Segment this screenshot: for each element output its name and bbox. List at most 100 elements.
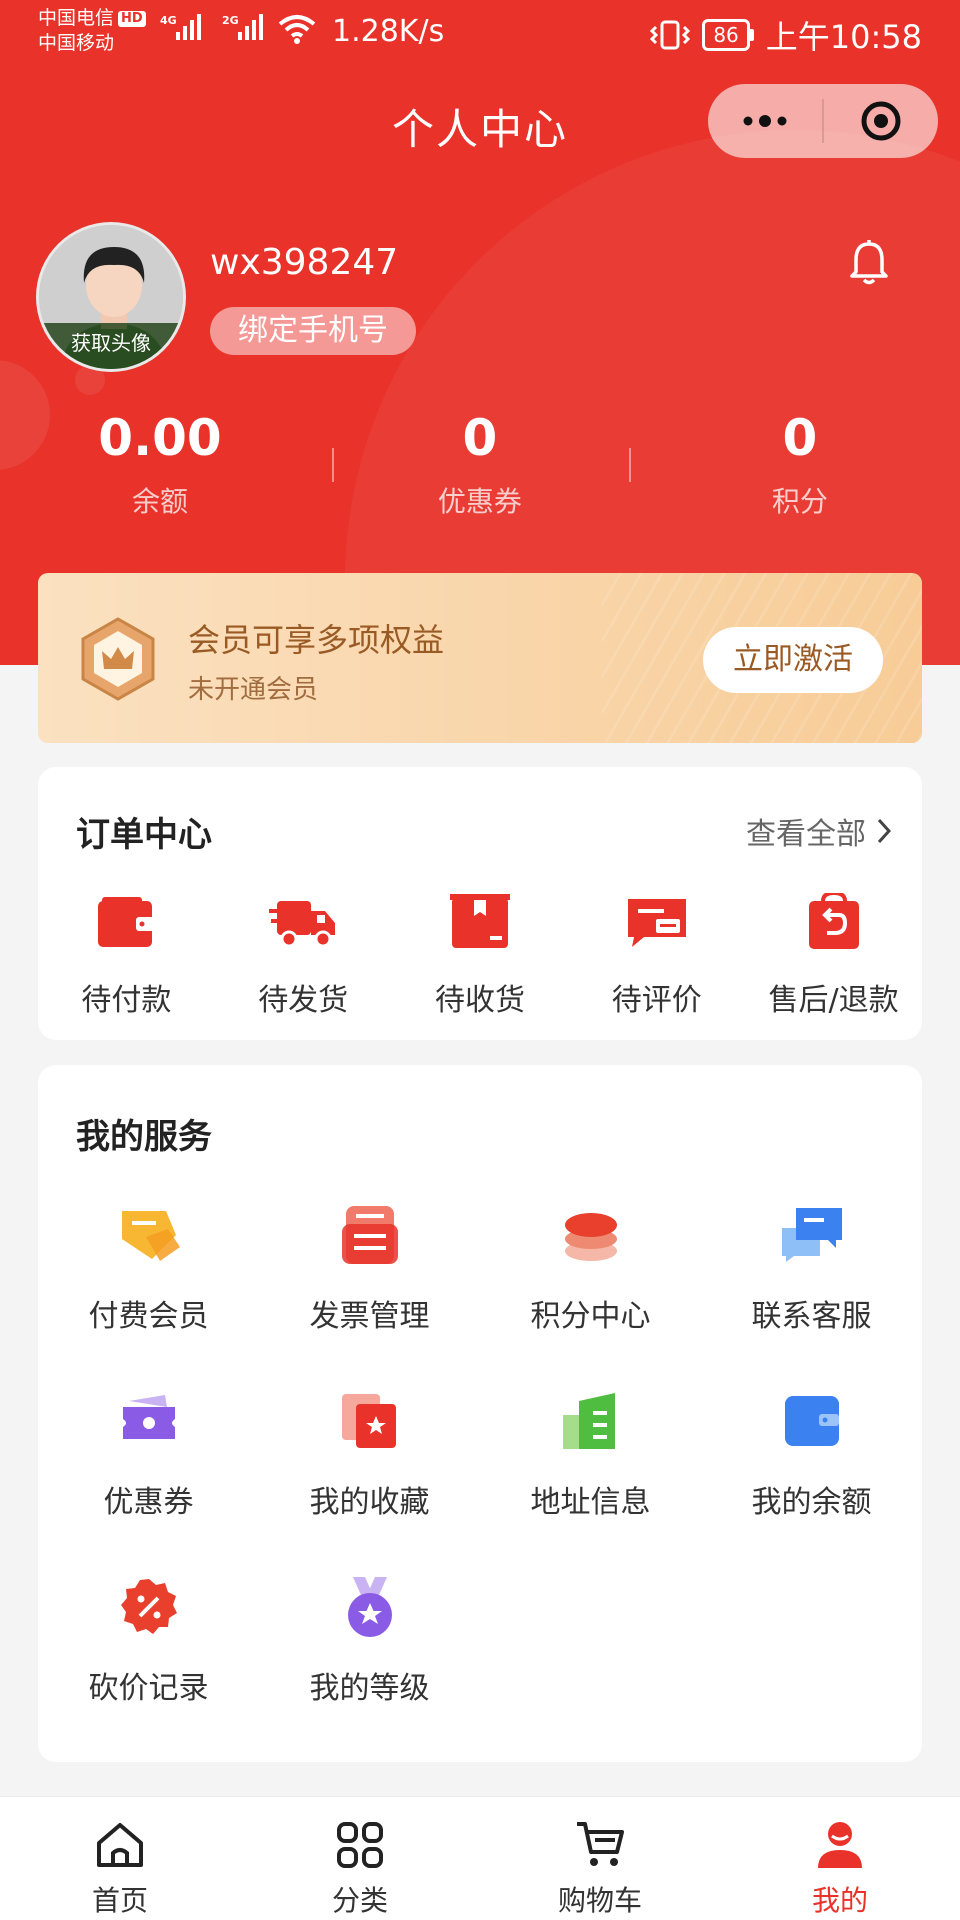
view-all-orders-link[interactable]: 查看全部 bbox=[746, 809, 892, 853]
net-speed: 1.28K/s bbox=[332, 14, 445, 49]
vip-banner[interactable]: 会员可享多项权益 未开通会员 立即激活 bbox=[38, 573, 922, 743]
signal-icon bbox=[176, 14, 201, 40]
service-label: 付费会员 bbox=[88, 1299, 209, 1334]
order-pending-receipt[interactable]: 待收货 bbox=[392, 887, 569, 1019]
stat-value: 0.00 bbox=[98, 409, 222, 467]
truck-icon bbox=[269, 901, 336, 948]
carrier-2: 中国移动 bbox=[38, 32, 115, 54]
signal-icon-2 bbox=[238, 14, 263, 40]
order-label: 待发货 bbox=[258, 983, 349, 1018]
stat-points[interactable]: 0 积分 bbox=[640, 408, 960, 520]
service-points-center[interactable]: 积分中心 bbox=[480, 1195, 701, 1381]
service-label: 发票管理 bbox=[309, 1299, 430, 1334]
order-label: 待评价 bbox=[611, 983, 702, 1018]
order-pending-payment[interactable]: 待付款 bbox=[38, 887, 215, 1019]
services-title: 我的服务 bbox=[76, 1117, 212, 1157]
order-center-card: 订单中心 查看全部 待付款 待发货 待收货 待评价 售后/退款 bbox=[38, 767, 922, 1040]
stats-row: 0.00 余额 0 优惠券 0 积分 bbox=[0, 408, 960, 520]
more-button[interactable] bbox=[708, 84, 822, 158]
favorite-icon bbox=[341, 1394, 396, 1448]
medal-icon bbox=[347, 1577, 392, 1637]
service-customer-support[interactable]: 联系客服 bbox=[701, 1195, 922, 1381]
service-bargain-records[interactable]: 砍价记录 bbox=[38, 1567, 259, 1753]
invoice-icon bbox=[341, 1206, 398, 1264]
service-invoice[interactable]: 发票管理 bbox=[259, 1195, 480, 1381]
order-center-title: 订单中心 bbox=[76, 815, 212, 855]
service-label: 地址信息 bbox=[530, 1485, 651, 1520]
vip-tag-icon bbox=[121, 1211, 180, 1261]
chevron-right-icon bbox=[877, 818, 892, 844]
divider bbox=[332, 448, 334, 482]
target-close-icon bbox=[861, 101, 901, 141]
bell-icon[interactable] bbox=[848, 240, 890, 286]
wifi-icon bbox=[278, 15, 316, 44]
stat-label: 积分 bbox=[771, 485, 828, 518]
stat-value: 0 bbox=[462, 409, 498, 467]
signal-4g-label: 4G bbox=[160, 14, 177, 27]
services-card: 我的服务 付费会员 发票管理 积分中心 联系客服 优惠券 我的收藏 地址信息 我… bbox=[38, 1065, 922, 1762]
stat-balance[interactable]: 0.00 余额 bbox=[0, 408, 320, 520]
tab-cart[interactable]: 购物车 bbox=[480, 1797, 720, 1920]
username: wx398247 bbox=[210, 242, 399, 283]
crown-badge-icon bbox=[81, 617, 155, 701]
tab-category[interactable]: 分类 bbox=[240, 1797, 480, 1920]
chat-icon bbox=[781, 1208, 842, 1262]
signal-2g-label: 2G bbox=[222, 14, 239, 27]
stat-label: 余额 bbox=[131, 485, 188, 518]
carrier-1: 中国电信 bbox=[38, 7, 115, 29]
order-label: 待收货 bbox=[434, 983, 525, 1018]
status-bar: 中国电信 HD 中国移动 4G 2G 1.28K/s 86 上午10:58 bbox=[0, 0, 960, 66]
battery-level: 86 bbox=[702, 19, 750, 51]
comment-icon bbox=[627, 899, 686, 947]
tab-label: 首页 bbox=[91, 1884, 148, 1917]
carrier-info: 中国电信 HD 中国移动 bbox=[38, 6, 146, 56]
tab-label: 我的 bbox=[811, 1884, 868, 1917]
order-pending-shipment[interactable]: 待发货 bbox=[215, 887, 392, 1019]
service-balance[interactable]: 我的余额 bbox=[701, 1381, 922, 1567]
stat-coupons[interactable]: 0 优惠券 bbox=[320, 408, 640, 520]
vibrate-icon bbox=[650, 20, 691, 50]
service-paid-membership[interactable]: 付费会员 bbox=[38, 1195, 259, 1381]
close-miniapp-button[interactable] bbox=[824, 84, 938, 158]
tab-home[interactable]: 首页 bbox=[0, 1797, 240, 1920]
service-my-level[interactable]: 我的等级 bbox=[259, 1567, 480, 1753]
coins-icon bbox=[564, 1213, 617, 1261]
bottom-tab-bar: 首页 分类 购物车 我的 bbox=[0, 1796, 960, 1920]
view-all-label: 查看全部 bbox=[746, 817, 866, 852]
miniapp-capsule bbox=[708, 84, 938, 158]
wallet-icon bbox=[98, 897, 155, 947]
divider bbox=[629, 448, 631, 482]
vip-title: 会员可享多项权益 bbox=[188, 621, 445, 659]
order-after-sales[interactable]: 售后/退款 bbox=[745, 887, 922, 1019]
service-label: 联系客服 bbox=[751, 1299, 872, 1334]
tab-label: 购物车 bbox=[557, 1884, 642, 1917]
service-label: 优惠券 bbox=[103, 1485, 194, 1520]
ticket-icon bbox=[122, 1395, 175, 1439]
stat-label: 优惠券 bbox=[437, 485, 522, 518]
activate-vip-button[interactable]: 立即激活 bbox=[703, 627, 883, 693]
box-icon bbox=[449, 894, 510, 948]
balance-wallet-icon bbox=[784, 1396, 839, 1446]
service-coupons[interactable]: 优惠券 bbox=[38, 1381, 259, 1567]
hd-badge: HD bbox=[118, 11, 146, 27]
order-label: 待付款 bbox=[81, 983, 172, 1018]
more-dots-icon bbox=[743, 115, 787, 127]
cart-icon bbox=[577, 1822, 624, 1866]
order-pending-review[interactable]: 待评价 bbox=[568, 887, 745, 1019]
building-icon bbox=[562, 1393, 615, 1449]
service-label: 我的余额 bbox=[751, 1485, 872, 1520]
avatar[interactable]: 获取头像 bbox=[36, 222, 186, 372]
refund-bag-icon bbox=[808, 893, 859, 949]
tab-label: 分类 bbox=[331, 1884, 388, 1917]
service-favorites[interactable]: 我的收藏 bbox=[259, 1381, 480, 1567]
stat-value: 0 bbox=[782, 409, 818, 467]
vip-subtitle: 未开通会员 bbox=[188, 675, 319, 705]
order-label: 售后/退款 bbox=[768, 983, 899, 1018]
avatar-label: 获取头像 bbox=[39, 323, 183, 369]
service-label: 积分中心 bbox=[530, 1299, 651, 1334]
tab-mine[interactable]: 我的 bbox=[720, 1797, 960, 1920]
service-label: 我的等级 bbox=[309, 1671, 430, 1706]
service-address[interactable]: 地址信息 bbox=[480, 1381, 701, 1567]
battery-icon: 86 bbox=[702, 19, 754, 51]
bind-phone-button[interactable]: 绑定手机号 bbox=[210, 307, 416, 355]
